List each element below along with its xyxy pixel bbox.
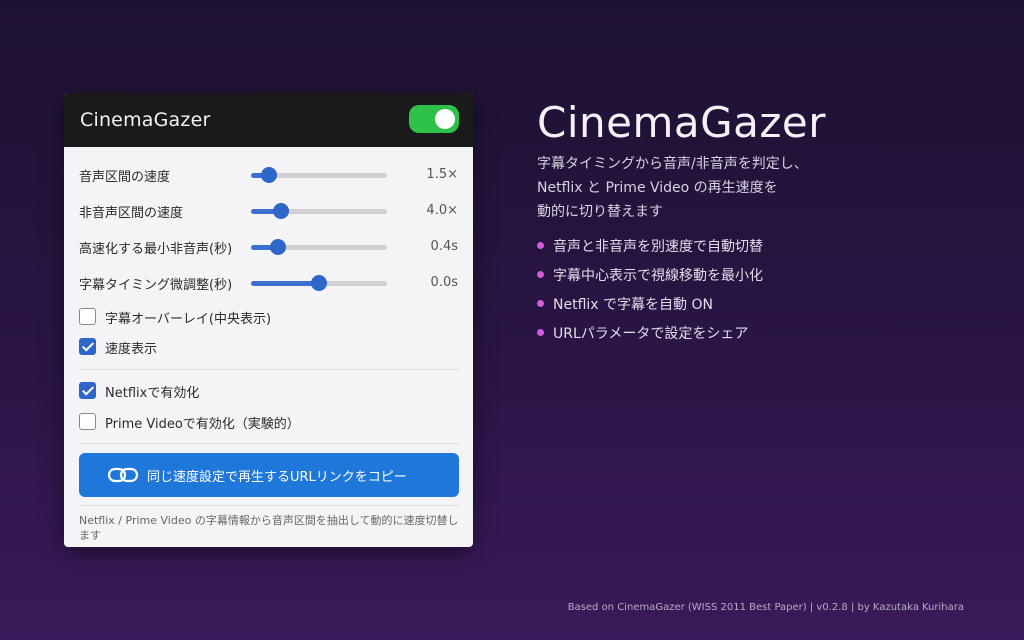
toggle-knob bbox=[435, 109, 455, 129]
hero-description-line: 動的に切り替えます bbox=[537, 204, 663, 220]
bullet-dot-icon bbox=[537, 271, 544, 278]
checkbox-label: Netflixで有効化 bbox=[105, 386, 200, 401]
divider bbox=[79, 443, 459, 444]
divider bbox=[79, 505, 459, 506]
nonspeech-speed-slider[interactable] bbox=[251, 203, 387, 219]
hero-title: CinemaGazer bbox=[537, 98, 827, 147]
bullet-dot-icon bbox=[537, 242, 544, 249]
feature-text: 字幕中心表示で視線移動を最小化 bbox=[553, 268, 763, 284]
slider-value: 0.4s bbox=[430, 239, 458, 254]
checkbox-label: Prime Videoで有効化（実験的） bbox=[105, 417, 300, 432]
hero-description-line: 字幕タイミングから音声/非音声を判定し、 bbox=[537, 156, 808, 172]
popup-header: CinemaGazer bbox=[64, 93, 473, 147]
feature-text: URLパラメータで設定をシェア bbox=[553, 326, 749, 342]
slider-label: 音声区間の速度 bbox=[79, 170, 171, 185]
checkbox-label: 速度表示 bbox=[105, 342, 158, 357]
feature-text: 音声と非音声を別速度で自動切替 bbox=[553, 239, 763, 255]
slider-thumb[interactable] bbox=[260, 167, 277, 183]
slider-row-nonspeech-speed: 非音声区間の速度 4.0× bbox=[79, 200, 459, 224]
slider-thumb[interactable] bbox=[272, 203, 289, 219]
enable-toggle[interactable] bbox=[409, 105, 459, 133]
min-nonspeech-slider[interactable] bbox=[251, 239, 387, 255]
checkbox[interactable] bbox=[79, 308, 96, 325]
slider-row-min-nonspeech: 高速化する最小非音声(秒) 0.4s bbox=[79, 236, 459, 260]
popup-title: CinemaGazer bbox=[80, 109, 211, 131]
bullet-dot-icon bbox=[537, 329, 544, 336]
checkbox[interactable] bbox=[79, 382, 96, 399]
slider-value: 4.0× bbox=[426, 203, 458, 218]
slider-row-subtitle-offset: 字幕タイミング微調整(秒) 0.0s bbox=[79, 272, 459, 296]
slider-label: 字幕タイミング微調整(秒) bbox=[79, 278, 233, 293]
footer-credits: Based on CinemaGazer (WISS 2011 Best Pap… bbox=[567, 602, 964, 613]
link-icon bbox=[107, 467, 139, 483]
copy-url-label: 同じ速度設定で再生するURLリンクをコピー bbox=[147, 470, 407, 485]
checkbox[interactable] bbox=[79, 413, 96, 430]
slider-label: 高速化する最小非音声(秒) bbox=[79, 242, 233, 257]
feature-text: Netflix で字幕を自動 ON bbox=[553, 297, 713, 313]
hero-description: 字幕タイミングから音声/非音声を判定し、 Netflix と Prime Vid… bbox=[537, 152, 877, 224]
popup-note: Netflix / Prime Video の字幕情報から音声区間を抽出して動的… bbox=[79, 514, 459, 542]
slider-value: 1.5× bbox=[426, 167, 458, 182]
checkbox-label: 字幕オーバーレイ(中央表示) bbox=[105, 312, 272, 327]
slider-label: 非音声区間の速度 bbox=[79, 206, 184, 221]
speech-speed-slider[interactable] bbox=[251, 167, 387, 183]
bullet-dot-icon bbox=[537, 300, 544, 307]
copy-url-button[interactable]: 同じ速度設定で再生するURLリンクをコピー bbox=[79, 453, 459, 497]
divider bbox=[79, 369, 459, 370]
hero-description-line: Netflix と Prime Video の再生速度を bbox=[537, 180, 778, 196]
popup-panel: CinemaGazer 音声区間の速度 1.5× 非音声区間の速度 4.0× 高… bbox=[64, 93, 473, 547]
slider-thumb[interactable] bbox=[311, 275, 327, 291]
slider-fill bbox=[251, 281, 319, 286]
checkbox[interactable] bbox=[79, 338, 96, 355]
slider-row-speech-speed: 音声区間の速度 1.5× bbox=[79, 164, 459, 188]
slider-value: 0.0s bbox=[430, 275, 458, 290]
slider-thumb[interactable] bbox=[270, 239, 287, 255]
subtitle-offset-slider[interactable] bbox=[251, 275, 387, 291]
